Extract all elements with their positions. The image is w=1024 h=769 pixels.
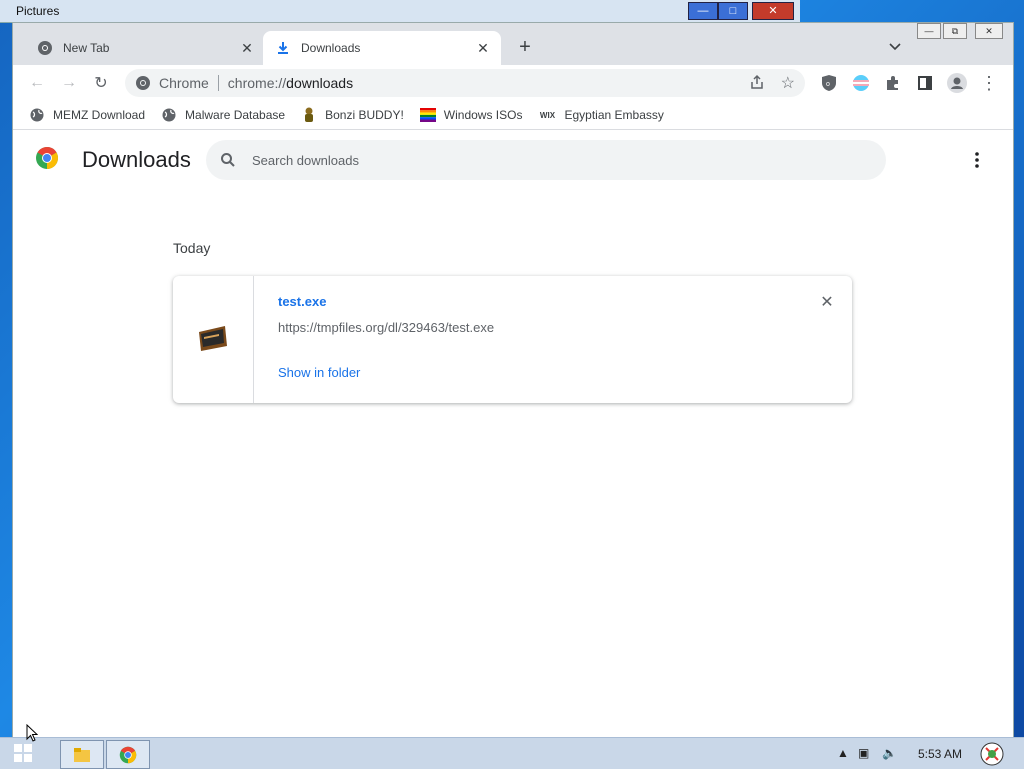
bookmark-bonzi-buddy[interactable]: Bonzi BUDDY!	[301, 107, 404, 123]
window-restore-button[interactable]: ⧉	[943, 23, 967, 39]
bookmark-windows-isos[interactable]: Windows ISOs	[419, 107, 523, 123]
url-scheme: chrome://	[227, 75, 287, 91]
back-button[interactable]: ←	[25, 71, 49, 95]
download-icon	[275, 40, 291, 56]
bookmark-label: Egyptian Embassy	[564, 108, 664, 122]
downloads-page: Downloads Search downloads Today test.ex…	[13, 130, 1013, 737]
download-filename-link[interactable]: test.exe	[278, 294, 326, 309]
taskbar-chrome-icon[interactable]	[106, 740, 150, 769]
start-button-windows-icon[interactable]	[14, 744, 32, 762]
close-button[interactable]: ✕	[752, 2, 794, 20]
bookmark-label: Windows ISOs	[443, 108, 523, 122]
file-icon-column	[173, 276, 254, 403]
forward-button[interactable]: →	[57, 71, 81, 95]
chrome-menu-icon[interactable]: ⋮	[977, 71, 1001, 95]
date-heading: Today	[173, 240, 211, 256]
taskbar-explorer-folder-icon[interactable]	[60, 740, 104, 769]
close-tab-icon[interactable]: ✕	[237, 38, 257, 58]
url-host: downloads	[286, 75, 354, 91]
background-window-titlebar[interactable]: Pictures — □ ✕	[0, 0, 800, 23]
chrome-window: New Tab ✕ Downloads ✕ + — ⧉ ✕ ← → ↻ Chro…	[12, 22, 1014, 738]
tab-strip: New Tab ✕ Downloads ✕ + — ⧉ ✕	[13, 23, 1013, 65]
address-bar[interactable]: Chrome chrome:// downloads ☆	[125, 69, 805, 97]
browser-toolbar: ← → ↻ Chrome chrome:// downloads ☆ o ⋮	[13, 65, 1013, 101]
volume-icon[interactable]: 🔈	[882, 746, 897, 760]
side-panel-icon[interactable]	[913, 71, 937, 95]
more-actions-icon[interactable]	[967, 148, 987, 172]
tab-search-chevron-icon[interactable]	[883, 35, 907, 59]
bookmark-egyptian-embassy[interactable]: WIX Egyptian Embassy	[538, 107, 664, 123]
show-in-folder-link[interactable]: Show in folder	[278, 365, 360, 380]
bookmark-label: Bonzi BUDDY!	[325, 108, 404, 122]
taskbar-clock[interactable]: 5:53 AM	[918, 747, 962, 761]
bookmark-label: Malware Database	[185, 108, 286, 122]
search-downloads-field[interactable]: Search downloads	[206, 140, 886, 180]
extensions-puzzle-icon[interactable]	[881, 71, 905, 95]
tab-new-tab[interactable]: New Tab ✕	[25, 31, 265, 65]
bookmark-malware-database[interactable]: Malware Database	[161, 107, 285, 123]
tab-downloads[interactable]: Downloads ✕	[263, 31, 501, 65]
download-item-card: test.exe https://tmpfiles.org/dl/329463/…	[173, 276, 852, 403]
network-icon[interactable]: ▣	[858, 746, 869, 760]
maximize-button[interactable]: □	[718, 2, 748, 20]
chrome-site-icon	[135, 75, 151, 91]
flag-extension-icon[interactable]	[849, 71, 873, 95]
user-badge-icon[interactable]	[978, 740, 1006, 767]
bookmarks-bar: MEMZ Download Malware Database Bonzi BUD…	[13, 101, 1013, 130]
wix-icon: WIX	[539, 110, 556, 120]
bonzi-icon	[301, 107, 317, 123]
tab-label: New Tab	[63, 41, 110, 55]
globe-icon	[161, 107, 177, 123]
address-separator	[217, 75, 219, 91]
share-icon[interactable]	[749, 74, 765, 93]
mouse-cursor-icon	[26, 723, 39, 742]
search-icon	[218, 150, 238, 170]
chrome-icon	[37, 40, 53, 56]
window-minimize-button[interactable]: —	[917, 23, 941, 39]
bookmark-star-icon[interactable]: ☆	[781, 73, 795, 93]
download-source-url[interactable]: https://tmpfiles.org/dl/329463/test.exe	[278, 320, 494, 335]
exe-file-icon	[197, 324, 229, 355]
bookmark-memz-download[interactable]: MEMZ Download	[29, 107, 145, 123]
globe-icon	[29, 107, 45, 123]
chrome-logo-icon	[35, 146, 59, 170]
svg-text:o: o	[826, 81, 830, 88]
search-downloads-input[interactable]: Search downloads	[252, 153, 359, 168]
show-hidden-icons-chevron-icon[interactable]: ▲	[837, 746, 849, 760]
ublock-extension-icon[interactable]: o	[817, 71, 841, 95]
remove-download-close-icon[interactable]: ✕	[817, 292, 837, 312]
new-tab-button[interactable]: +	[513, 35, 537, 59]
minimize-button[interactable]: —	[688, 2, 718, 20]
bookmark-label: MEMZ Download	[53, 108, 146, 122]
tab-label: Downloads	[301, 41, 361, 55]
downloads-header: Downloads Search downloads	[13, 130, 1013, 188]
taskbar: ▲ ▣ 🔈 5:53 AM	[0, 737, 1024, 769]
reload-button[interactable]: ↻	[89, 71, 113, 95]
background-window-title: Pictures	[16, 4, 60, 18]
site-label: Chrome	[159, 75, 209, 91]
rainbow-flag-icon	[419, 107, 436, 123]
page-title: Downloads	[82, 147, 191, 172]
profile-avatar-icon[interactable]	[945, 71, 969, 95]
window-close-button[interactable]: ✕	[975, 23, 1003, 39]
close-tab-icon[interactable]: ✕	[473, 38, 493, 58]
